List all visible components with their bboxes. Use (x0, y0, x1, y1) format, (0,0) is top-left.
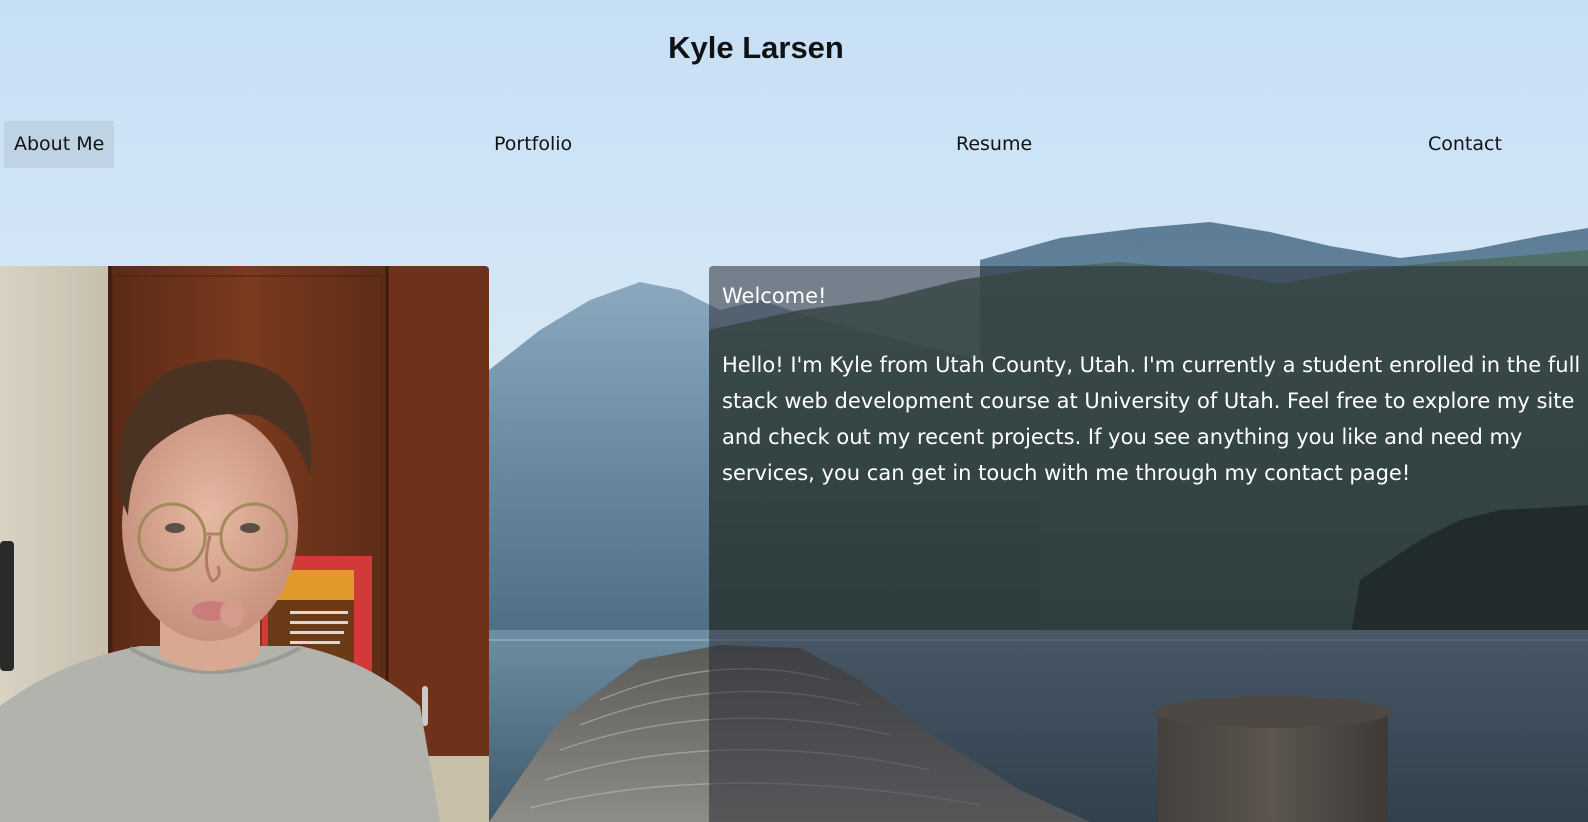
main-nav: About Me Portfolio Resume Contact (4, 121, 1588, 168)
nav-contact[interactable]: Contact (1418, 121, 1512, 168)
welcome-body-text: Hello! I'm Kyle from Utah County, Utah. … (722, 353, 1581, 485)
nav-portfolio[interactable]: Portfolio (484, 121, 582, 168)
profile-photo (0, 266, 489, 822)
welcome-heading: Welcome! (722, 284, 827, 308)
welcome-panel: Welcome! Hello! I'm Kyle from Utah Count… (709, 266, 1588, 822)
nav-resume[interactable]: Resume (946, 121, 1042, 168)
site-title: Kyle Larsen (668, 30, 844, 65)
nav-about-me[interactable]: About Me (4, 121, 115, 168)
